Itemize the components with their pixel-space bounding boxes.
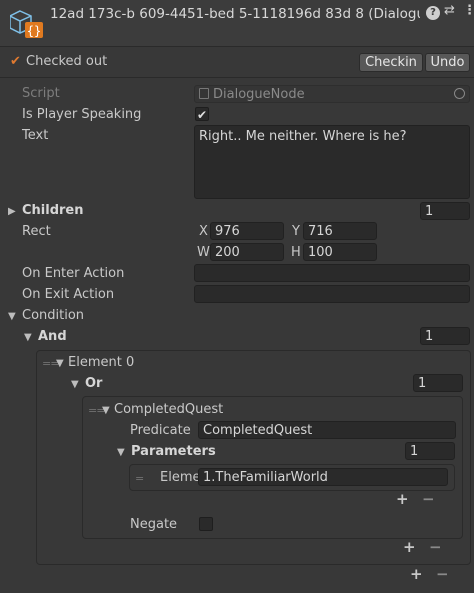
checked-out-icon: ✔ (10, 54, 21, 69)
or-foldout-arrow-icon[interactable]: ▼ (71, 379, 79, 390)
parameters-remove-button[interactable]: − (422, 490, 435, 508)
on-enter-action-label: On Enter Action (22, 266, 125, 281)
and-label: And (38, 329, 67, 344)
svg-text:{}: {} (27, 24, 41, 38)
or-add-button[interactable]: + (403, 538, 416, 556)
and-count-field[interactable]: 1 (420, 327, 470, 345)
inspector-header: {} 12ad 173c-b 609-4451-bed 5-1118196d 8… (0, 0, 474, 46)
rect-y-label: Y (292, 224, 300, 239)
and-add-button[interactable]: + (410, 565, 423, 583)
text-value: Right.. Me neither. Where is he? (199, 129, 407, 144)
rect-label: Rect (22, 224, 51, 239)
on-enter-action-field[interactable] (194, 264, 470, 282)
negate-checkbox[interactable] (199, 517, 213, 531)
or-count-field[interactable]: 1 (413, 374, 463, 392)
help-icon[interactable]: ? (426, 6, 440, 20)
checked-out-label: Checked out (26, 54, 108, 69)
parameters-foldout-arrow-icon[interactable]: ▼ (117, 447, 125, 458)
script-file-icon (199, 88, 209, 99)
on-exit-action-label: On Exit Action (22, 287, 115, 302)
element-0-foldout-arrow-icon[interactable]: ▼ (56, 358, 64, 369)
predicate-label: Predicate (130, 423, 191, 438)
rect-h-label: H (291, 245, 301, 260)
children-foldout-arrow-icon[interactable]: ▶ (8, 206, 16, 217)
rect-w-label: W (197, 245, 210, 260)
and-foldout-arrow-icon[interactable]: ▼ (24, 332, 32, 343)
completed-quest-label: CompletedQuest (114, 402, 224, 417)
parameter-element-field[interactable]: 1.TheFamiliarWorld (198, 468, 448, 486)
vcs-divider (0, 77, 474, 78)
object-picker-icon (454, 88, 465, 99)
on-exit-action-field[interactable] (194, 285, 470, 303)
text-area[interactable]: Right.. Me neither. Where is he? (194, 125, 470, 199)
parameter-element-drag-handle-icon[interactable]: = (135, 472, 144, 485)
rect-x-label: X (199, 224, 208, 239)
script-field: DialogueNode (194, 85, 470, 103)
and-remove-button[interactable]: − (436, 565, 449, 583)
condition-foldout-arrow-icon[interactable]: ▼ (8, 311, 16, 322)
kebab-menu-icon[interactable]: ⋮ (463, 3, 474, 18)
children-label: Children (22, 203, 84, 218)
parameters-add-button[interactable]: + (396, 490, 409, 508)
checkin-button[interactable]: Checkin (359, 53, 423, 72)
rect-h-field[interactable]: 100 (303, 243, 377, 261)
undo-button[interactable]: Undo (425, 53, 470, 72)
header-divider (0, 46, 474, 47)
or-label: Or (85, 376, 103, 391)
completed-quest-foldout-arrow-icon[interactable]: ▼ (102, 405, 110, 416)
element-0-label: Element 0 (68, 355, 135, 370)
parameter-element-label: Elemer (160, 470, 198, 485)
children-count-field[interactable]: 1 (420, 202, 470, 220)
inspector-title: 12ad 173c-b 609-4451-bed 5-1118196d 83d … (50, 6, 420, 22)
script-value: DialogueNode (213, 87, 305, 102)
is-player-speaking-label: Is Player Speaking (22, 107, 142, 122)
script-asset-icon: {} (10, 10, 43, 38)
parameters-label: Parameters (131, 444, 216, 459)
is-player-speaking-checkbox[interactable]: ✔ (195, 107, 209, 122)
rect-y-field[interactable]: 716 (303, 222, 377, 240)
rect-x-field[interactable]: 976 (210, 222, 284, 240)
sliders-icon[interactable]: ⇄ (444, 3, 455, 18)
negate-label: Negate (130, 517, 178, 532)
script-label: Script (22, 86, 60, 101)
rect-w-field[interactable]: 200 (210, 243, 284, 261)
or-remove-button[interactable]: − (429, 538, 442, 556)
condition-label: Condition (22, 308, 85, 323)
predicate-field[interactable]: CompletedQuest (198, 421, 456, 439)
parameters-count-field[interactable]: 1 (405, 442, 455, 460)
text-label: Text (22, 128, 49, 143)
